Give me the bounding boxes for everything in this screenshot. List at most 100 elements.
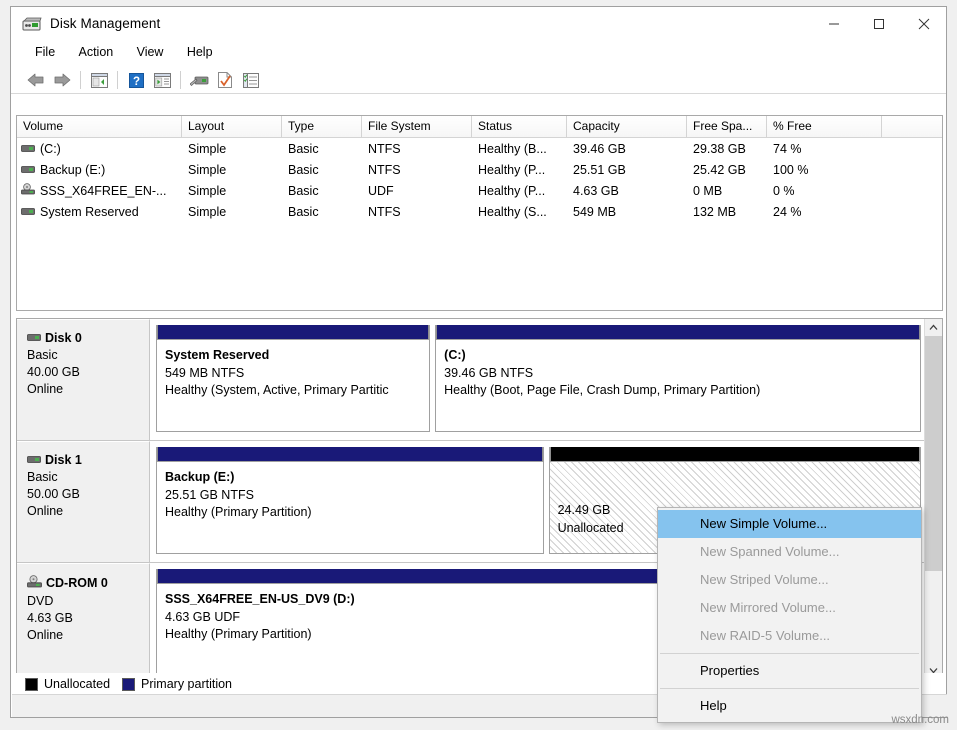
partition-name: System Reserved <box>165 347 429 365</box>
partition-backup-e-drive[interactable]: Backup (E:) 25.51 GB NTFS Healthy (Prima… <box>156 447 544 554</box>
capacity-cell: 4.63 GB <box>567 184 687 198</box>
context-menu-separator <box>660 653 919 654</box>
disk-size: 4.63 GB <box>27 610 149 627</box>
file-system-cell: NTFS <box>362 142 472 156</box>
free-space-cell: 29.38 GB <box>687 142 767 156</box>
status-cell: Healthy (P... <box>472 184 567 198</box>
menu-item-properties[interactable]: Properties <box>658 657 921 685</box>
percent-free-cell: 24 % <box>767 205 882 219</box>
volume-list-pane[interactable]: Volume Layout Type File System Status Ca… <box>16 115 943 311</box>
partition-capacity-bar <box>157 447 543 461</box>
partition-capacity-bar <box>550 447 920 461</box>
forward-arrow-icon[interactable] <box>49 69 75 91</box>
type-cell: Basic <box>282 142 362 156</box>
menu-help[interactable]: Help <box>177 42 223 62</box>
column-header-file-system[interactable]: File System <box>362 116 472 137</box>
volume-cell: (C:) <box>17 142 182 156</box>
table-row[interactable]: SSS_X64FREE_EN-... Simple Basic UDF Heal… <box>17 180 942 201</box>
column-header-type[interactable]: Type <box>282 116 362 137</box>
maximize-button[interactable] <box>856 7 901 40</box>
menu-view[interactable]: View <box>127 42 174 62</box>
hard-drive-icon <box>27 453 41 467</box>
partition-health: Healthy (Boot, Page File, Crash Dump, Pr… <box>444 382 920 400</box>
back-arrow-icon[interactable] <box>23 69 49 91</box>
capacity-cell: 39.46 GB <box>567 142 687 156</box>
percent-free-cell: 0 % <box>767 184 882 198</box>
file-system-cell: UDF <box>362 184 472 198</box>
show-hide-action-pane-icon[interactable] <box>149 69 175 91</box>
minimize-button[interactable] <box>811 7 856 40</box>
menu-file[interactable]: File <box>25 42 65 62</box>
menu-item-new-raid-5-volume: New RAID-5 Volume... <box>658 622 921 650</box>
disk-info-disk-1[interactable]: Disk 1 Basic 50.00 GB Online <box>17 441 150 562</box>
show-hide-console-tree-icon[interactable] <box>86 69 112 91</box>
file-system-cell: NTFS <box>362 163 472 177</box>
menu-item-help[interactable]: Help <box>658 692 921 720</box>
disk-info-disk-0[interactable]: Disk 0 Basic 40.00 GB Online <box>17 319 150 440</box>
disk-state: Online <box>27 503 149 520</box>
cd-rom-drive-icon <box>21 183 35 198</box>
partition-health: Healthy (System, Active, Primary Partiti… <box>165 382 429 400</box>
disk-info-cd-rom-0[interactable]: CD-ROM 0 DVD 4.63 GB Online <box>17 563 150 679</box>
context-menu: New Simple Volume... New Spanned Volume.… <box>657 507 922 723</box>
layout-cell: Simple <box>182 163 282 177</box>
legend-label-primary-partition: Primary partition <box>141 677 232 691</box>
type-cell: Basic <box>282 163 362 177</box>
column-header-blank[interactable] <box>882 116 942 137</box>
all-tasks-icon[interactable] <box>238 69 264 91</box>
graphical-view-scrollbar[interactable] <box>924 319 942 679</box>
free-space-cell: 132 MB <box>687 205 767 219</box>
menu-action[interactable]: Action <box>69 42 124 62</box>
column-header-percent-free[interactable]: % Free <box>767 116 882 137</box>
close-button[interactable] <box>901 7 946 40</box>
partition-c-drive[interactable]: (C:) 39.46 GB NTFS Healthy (Boot, Page F… <box>435 325 921 432</box>
table-row[interactable]: (C:) Simple Basic NTFS Healthy (B... 39.… <box>17 138 942 159</box>
table-row[interactable]: Backup (E:) Simple Basic NTFS Healthy (P… <box>17 159 942 180</box>
partition-body: System Reserved 549 MB NTFS Healthy (Sys… <box>157 339 429 431</box>
disk-type: Basic <box>27 347 149 364</box>
type-cell: Basic <box>282 184 362 198</box>
cd-rom-drive-icon <box>27 575 42 591</box>
legend-label-unallocated: Unallocated <box>44 677 110 691</box>
disk-title: CD-ROM 0 <box>27 575 149 591</box>
column-header-layout[interactable]: Layout <box>182 116 282 137</box>
partition-system-reserved[interactable]: System Reserved 549 MB NTFS Healthy (Sys… <box>156 325 430 432</box>
disk-management-icon <box>22 17 42 32</box>
layout-cell: Simple <box>182 184 282 198</box>
disk-title: Disk 0 <box>27 331 149 345</box>
column-header-volume[interactable]: Volume <box>17 116 182 137</box>
status-cell: Healthy (S... <box>472 205 567 219</box>
menu-item-new-simple-volume[interactable]: New Simple Volume... <box>658 510 921 538</box>
free-space-cell: 25.42 GB <box>687 163 767 177</box>
partition-body: Backup (E:) 25.51 GB NTFS Healthy (Prima… <box>157 461 543 553</box>
percent-free-cell: 100 % <box>767 163 882 177</box>
properties-icon[interactable] <box>212 69 238 91</box>
column-header-capacity[interactable]: Capacity <box>567 116 687 137</box>
disk-name: Disk 1 <box>45 453 82 467</box>
disk-name: Disk 0 <box>45 331 82 345</box>
type-cell: Basic <box>282 205 362 219</box>
rescan-disks-icon[interactable] <box>186 69 212 91</box>
free-space-cell: 0 MB <box>687 184 767 198</box>
legend-entry-unallocated: Unallocated <box>25 677 110 691</box>
column-header-free-space[interactable]: Free Spa... <box>687 116 767 137</box>
disk-row-disk-0[interactable]: Disk 0 Basic 40.00 GB Online System Rese… <box>17 319 925 441</box>
scrollbar-thumb[interactable] <box>925 336 942 571</box>
status-cell: Healthy (P... <box>472 163 567 177</box>
volume-cell: Backup (E:) <box>17 163 182 177</box>
toolbar-separator <box>180 71 181 89</box>
table-row[interactable]: System Reserved Simple Basic NTFS Health… <box>17 201 942 222</box>
menu-bar: File Action View Help <box>11 42 946 67</box>
hard-drive-icon <box>21 205 35 219</box>
disk-type: Basic <box>27 469 149 486</box>
column-header-status[interactable]: Status <box>472 116 567 137</box>
partition-size-fs: 549 MB NTFS <box>165 365 429 383</box>
hard-drive-icon <box>21 163 35 177</box>
scroll-up-arrow-icon[interactable] <box>925 319 942 336</box>
disk-type: DVD <box>27 593 149 610</box>
disk-size: 50.00 GB <box>27 486 149 503</box>
disk-management-window: Disk Management File Action View Help <box>10 6 947 718</box>
help-icon[interactable]: ? <box>123 69 149 91</box>
partition-size-fs: 25.51 GB NTFS <box>165 487 543 505</box>
toolbar: ? <box>11 67 946 94</box>
